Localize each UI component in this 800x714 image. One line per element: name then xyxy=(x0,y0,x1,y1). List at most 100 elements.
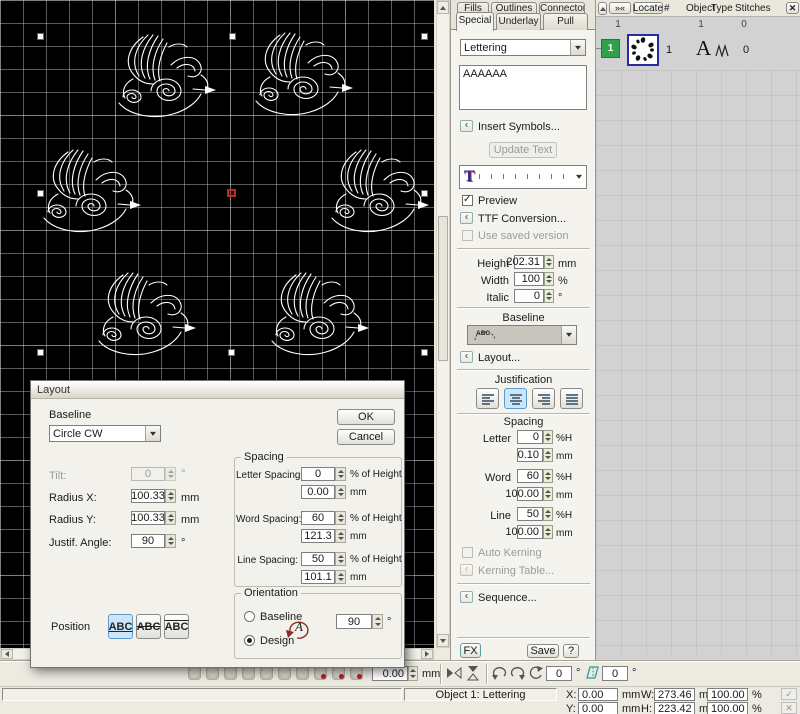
radius-y-input[interactable]: 100.33 xyxy=(131,511,165,525)
letter-spacing-pct-input[interactable]: 0 xyxy=(301,467,335,481)
update-text-button[interactable]: Update Text xyxy=(489,142,557,158)
word-spacing-pct-input[interactable]: 60 xyxy=(517,469,543,483)
letter-spacing-mm-stepper[interactable] xyxy=(543,448,553,462)
orientation-baseline-radio[interactable] xyxy=(244,611,255,622)
apply-button[interactable]: ✓ xyxy=(781,688,797,700)
font-select[interactable]: T xyxy=(459,165,587,189)
cancel-button[interactable]: Cancel xyxy=(337,429,395,445)
chevron-down-icon[interactable] xyxy=(570,40,585,55)
justify-left-button[interactable] xyxy=(476,388,499,409)
offset-stepper[interactable] xyxy=(408,666,418,681)
position-baseline-middle-button[interactable]: ABC xyxy=(136,614,161,639)
preview-label[interactable]: Preview xyxy=(478,195,517,207)
tab-underlay[interactable]: Underlay xyxy=(496,13,541,30)
line-spacing-pct-input[interactable]: 50 xyxy=(517,507,543,521)
rotate-ccw-icon[interactable] xyxy=(491,665,507,681)
width-value-input[interactable]: 273.46 xyxy=(654,688,695,701)
selection-handle[interactable] xyxy=(229,33,236,40)
locate-button[interactable]: Locate xyxy=(633,2,663,14)
color-swatch[interactable]: 1 xyxy=(601,39,620,58)
insert-symbols-label[interactable]: Insert Symbols... xyxy=(478,121,560,133)
baseline-select[interactable]: ABC xyxy=(467,325,577,345)
rotate-angle-icon[interactable] xyxy=(528,665,544,681)
line-spacing-pct-stepper[interactable] xyxy=(335,552,346,566)
selection-handle[interactable] xyxy=(37,190,44,197)
machine-control-icon[interactable] xyxy=(206,666,219,680)
orientation-angle-stepper[interactable] xyxy=(372,614,383,629)
italic-stepper[interactable] xyxy=(544,289,554,303)
justify-center-button[interactable] xyxy=(504,388,527,409)
machine-stop-icon[interactable] xyxy=(332,666,345,680)
layout-expand-button[interactable] xyxy=(460,351,473,363)
rotate-cw-icon[interactable] xyxy=(510,665,526,681)
object-kind-glyph[interactable]: A xyxy=(696,36,711,61)
letter-spacing-pct-stepper[interactable] xyxy=(335,467,346,481)
machine-control-icon[interactable] xyxy=(188,666,201,680)
offset-input[interactable]: 0.00 xyxy=(372,666,408,681)
chevron-down-icon[interactable] xyxy=(561,326,576,344)
line-spacing-mm-stepper[interactable] xyxy=(543,525,553,539)
justify-full-button[interactable] xyxy=(560,388,583,409)
skew-icon[interactable] xyxy=(585,665,601,681)
skew-angle-input[interactable]: 0 xyxy=(602,666,628,681)
chevron-down-icon[interactable] xyxy=(145,426,160,441)
orientation-angle-input[interactable]: 90 xyxy=(336,614,372,629)
column-header-number[interactable]: # xyxy=(664,3,670,14)
machine-control-icon[interactable] xyxy=(242,666,255,680)
embroidery-design[interactable] xyxy=(332,150,429,232)
tab-special[interactable]: Special xyxy=(456,12,494,31)
object-thumbnail[interactable] xyxy=(627,34,659,66)
word-spacing-pct-stepper[interactable] xyxy=(543,469,553,483)
chevron-down-icon[interactable] xyxy=(571,166,586,188)
discard-button[interactable]: ✕ xyxy=(781,702,797,714)
embroidery-design[interactable] xyxy=(44,150,141,232)
machine-stop-icon[interactable] xyxy=(314,666,327,680)
position-baseline-above-button[interactable]: ABC xyxy=(164,614,189,639)
letter-spacing-pct-stepper[interactable] xyxy=(543,430,553,444)
letter-spacing-pct-input[interactable]: 0 xyxy=(517,430,543,444)
line-spacing-pct-stepper[interactable] xyxy=(543,507,553,521)
scroll-down-button[interactable] xyxy=(437,634,449,647)
line-spacing-mm-input[interactable]: 100.00 xyxy=(517,525,543,539)
line-spacing-mm-input[interactable]: 101.1 xyxy=(301,570,335,584)
selection-handle[interactable] xyxy=(228,349,235,356)
radius-x-input[interactable]: 100.33 xyxy=(131,489,165,503)
embroidery-design[interactable] xyxy=(119,35,216,117)
column-header-type[interactable]: Type xyxy=(711,3,733,14)
justif-angle-input[interactable]: 90 xyxy=(131,534,165,548)
panel-scroll-button[interactable] xyxy=(598,2,607,15)
rotate-angle-input[interactable]: 0 xyxy=(546,666,572,681)
justify-right-button[interactable] xyxy=(532,388,555,409)
embroidery-design[interactable] xyxy=(99,273,196,355)
selection-handle[interactable] xyxy=(37,349,44,356)
fx-button[interactable]: FX xyxy=(460,643,481,658)
selection-handle[interactable] xyxy=(37,33,44,40)
scroll-right-button[interactable] xyxy=(421,649,433,659)
scroll-up-button[interactable] xyxy=(437,1,449,14)
word-spacing-mm-input[interactable]: 121.3 xyxy=(301,529,335,543)
word-spacing-pct-stepper[interactable] xyxy=(335,511,346,525)
rotation-center-marker[interactable] xyxy=(227,189,236,197)
column-header-stitches[interactable]: Stitches xyxy=(735,3,771,14)
machine-control-icon[interactable] xyxy=(224,666,237,680)
height-input[interactable]: 202.31 xyxy=(514,255,544,269)
machine-control-icon[interactable] xyxy=(260,666,273,680)
ttf-conversion-expand-button[interactable] xyxy=(460,212,473,224)
save-button[interactable]: Save xyxy=(527,644,559,658)
machine-control-icon[interactable] xyxy=(278,666,291,680)
selection-handle[interactable] xyxy=(421,190,428,197)
width-input[interactable]: 100 xyxy=(514,272,544,286)
scroll-left-button[interactable] xyxy=(1,649,13,659)
tab-pull-comp[interactable]: Pull Comp xyxy=(543,13,588,30)
height-value-input[interactable]: 223.42 xyxy=(654,702,695,714)
machine-control-icon[interactable] xyxy=(296,666,309,680)
width-stepper[interactable] xyxy=(544,272,554,286)
vertical-scroll-thumb[interactable] xyxy=(438,216,448,361)
preview-checkbox[interactable] xyxy=(462,195,473,206)
letter-spacing-mm-input[interactable]: 0.10 xyxy=(517,448,543,462)
word-spacing-mm-stepper[interactable] xyxy=(543,487,553,501)
lettering-text-input[interactable]: AAAAAA xyxy=(459,65,587,110)
ok-button[interactable]: OK xyxy=(337,409,395,425)
selection-handle[interactable] xyxy=(421,33,428,40)
embroidery-design[interactable] xyxy=(256,33,353,115)
